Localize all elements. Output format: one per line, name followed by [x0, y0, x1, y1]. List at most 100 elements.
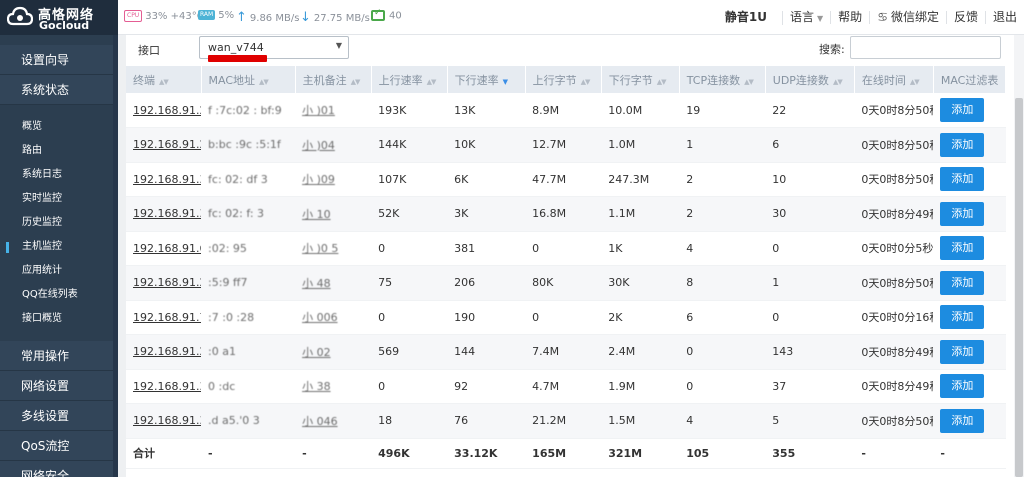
language-menu[interactable]: 语言 ▼: [782, 10, 830, 25]
sort-icon: ▲▼: [350, 77, 361, 86]
scrollbar-thumb[interactable]: [1015, 98, 1023, 477]
wechat-bind-link[interactable]: ♋ 微信绑定: [869, 11, 946, 24]
ram-icon: RAM: [198, 10, 216, 20]
add-filter-button[interactable]: 添加: [940, 167, 985, 192]
logo[interactable]: 高恪网络 Gocloud: [0, 0, 118, 35]
host-note-text: 小 046: [302, 414, 338, 428]
terminal-ip-link[interactable]: 192.168.91.6: [126, 231, 202, 266]
terminal-ip-link[interactable]: 192.168.91.27: [126, 334, 202, 370]
terminal-ip-link[interactable]: 192.168.91.22: [126, 265, 202, 301]
sidebar-section-multiline[interactable]: 多线设置: [0, 401, 118, 431]
tcp-count: 8: [679, 265, 766, 301]
host-note[interactable]: 小 48: [295, 265, 372, 301]
online-time: 0天0时8分50秒: [854, 93, 934, 128]
down-bytes: 2K: [601, 300, 680, 335]
up-bytes: 21.2M: [525, 403, 602, 439]
down-rate: 206: [447, 265, 526, 301]
add-filter-button[interactable]: 添加: [940, 201, 985, 226]
total-up-rate: 496K: [371, 438, 448, 469]
download-status: ↓ 27.75 MB/s: [300, 10, 370, 25]
host-note[interactable]: 小 )01: [295, 93, 372, 128]
add-filter-button[interactable]: 添加: [940, 305, 985, 330]
host-note[interactable]: 小 046: [295, 403, 372, 439]
mac-filter-cell: 添加: [933, 403, 1006, 439]
add-filter-button[interactable]: 添加: [940, 374, 985, 399]
sidebar-section-network-settings[interactable]: 网络设置: [0, 371, 118, 401]
host-note-text: 小 )04: [302, 138, 335, 152]
mac-address: 0 :dc: [201, 369, 296, 404]
add-filter-button[interactable]: 添加: [940, 236, 985, 261]
page-scrollbar[interactable]: [1014, 35, 1024, 477]
col-header-host[interactable]: 主机备注 ▲▼: [295, 66, 372, 93]
terminal-ip-link[interactable]: 192.168.91.36: [126, 369, 202, 404]
host-note[interactable]: 小 )0 5: [295, 231, 372, 266]
sidebar-section-security[interactable]: 网络安全: [0, 461, 118, 477]
help-link[interactable]: 帮助: [830, 11, 869, 24]
terminal-ip-link[interactable]: 192.168.91.32: [126, 162, 202, 197]
online-status[interactable]: 40: [371, 8, 402, 22]
total-row: 合计 - -496K 33.12K 165M 321M 105 355- -: [126, 438, 1006, 469]
sidebar-item-overview[interactable]: 概览: [0, 115, 118, 139]
sort-icon: ▲▼: [159, 77, 169, 86]
add-filter-button[interactable]: 添加: [940, 339, 985, 364]
col-header-mac[interactable]: MAC地址 ▲▼: [201, 66, 296, 93]
sidebar-item-routes[interactable]: 路由: [0, 139, 118, 163]
sidebar-item-interface-overview[interactable]: 接口概览: [0, 307, 118, 331]
mac-filter-cell: 添加: [933, 265, 1006, 301]
cpu-value: 33% +43°C: [145, 11, 204, 22]
col-header-down-bytes[interactable]: 下行字节 ▲▼: [601, 66, 680, 93]
terminal-ip-link[interactable]: 192.168.91.35: [126, 403, 202, 439]
sidebar-section-setup-wizard[interactable]: 设置向导: [0, 45, 118, 75]
col-header-label: 下行字节: [608, 73, 653, 87]
feedback-link[interactable]: 反馈: [945, 11, 985, 24]
host-note[interactable]: 小 )09: [295, 162, 372, 197]
host-note[interactable]: 小 )04: [295, 127, 372, 163]
search-label: 搜索:: [819, 43, 845, 56]
add-filter-button[interactable]: 添加: [940, 408, 985, 433]
logout-link[interactable]: 退出: [984, 11, 1024, 24]
terminal-ip-link[interactable]: 192.168.91.23: [126, 127, 202, 163]
sidebar-section-qos[interactable]: QoS流控: [0, 431, 118, 461]
col-header-down-rate[interactable]: 下行速率 ▼: [447, 66, 526, 93]
total-label: 合计: [126, 438, 202, 469]
sidebar-item-system-log[interactable]: 系统日志: [0, 163, 118, 187]
up-bytes: 12.7M: [525, 127, 602, 163]
udp-count: 0: [765, 231, 855, 266]
add-filter-button[interactable]: 添加: [940, 98, 985, 122]
host-note[interactable]: 小 38: [295, 369, 372, 404]
top-bar: 高恪网络 Gocloud CPU 33% +43°C RAM 5% ↑ 9.86 MB…: [0, 0, 1024, 35]
sidebar-section-system-status[interactable]: 系统状态: [0, 75, 118, 105]
down-rate: 144: [447, 334, 526, 370]
add-filter-button[interactable]: 添加: [940, 132, 985, 157]
search-input[interactable]: [850, 36, 1001, 59]
terminal-ip-link[interactable]: 192.168.91.33: [126, 196, 202, 232]
terminal-ip-link[interactable]: 192.168.91.28: [126, 93, 202, 128]
add-filter-button[interactable]: 添加: [940, 270, 985, 295]
col-header-up-rate[interactable]: 上行速率 ▲▼: [371, 66, 448, 93]
host-note[interactable]: 小 006: [295, 300, 372, 335]
chevron-down-icon: ▼: [335, 41, 342, 50]
terminal-ip-link[interactable]: 192.168.91.7: [126, 300, 202, 335]
col-header-online-time[interactable]: 在线时间 ▲▼: [854, 66, 934, 93]
col-header-udp[interactable]: UDP连接数 ▲▼: [765, 66, 855, 93]
sidebar-item-history-monitor[interactable]: 历史监控: [0, 211, 118, 235]
host-note[interactable]: 小 02: [295, 334, 372, 370]
sidebar-item-app-stats[interactable]: 应用统计: [0, 259, 118, 283]
sidebar-item-host-monitor[interactable]: 主机监控: [0, 235, 118, 259]
up-bytes: 7.4M: [525, 334, 602, 370]
sidebar-item-qq-online[interactable]: QQ在线列表: [0, 283, 118, 307]
col-header-tcp[interactable]: TCP连接数 ▲▼: [679, 66, 766, 93]
up-rate: 193K: [371, 93, 448, 128]
up-bytes: 0: [525, 231, 602, 266]
sort-icon: ▲▼: [909, 77, 920, 86]
down-rate: 190: [447, 300, 526, 335]
col-header-up-bytes[interactable]: 上行字节 ▲▼: [525, 66, 602, 93]
ram-status: RAM 5%: [198, 10, 234, 21]
host-note[interactable]: 小 10: [295, 196, 372, 232]
sidebar-item-realtime-monitor[interactable]: 实时监控: [0, 187, 118, 211]
total-filter: -: [933, 438, 1006, 469]
col-header-terminal[interactable]: 终端 ▲▼: [126, 66, 202, 93]
sidebar-section-common-ops[interactable]: 常用操作: [0, 341, 118, 371]
mute-toggle[interactable]: 静音1U: [718, 11, 782, 24]
udp-count: 1: [765, 265, 855, 301]
